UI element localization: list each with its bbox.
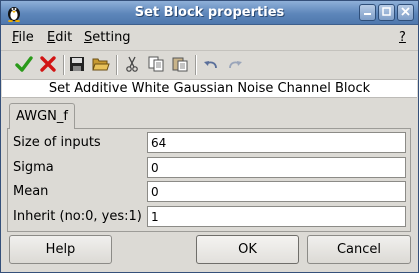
open-folder-icon (92, 56, 110, 75)
cross-icon (39, 55, 57, 76)
paste-tool-button[interactable] (170, 55, 190, 75)
tab-awgn-f[interactable]: AWGN_f (9, 103, 75, 129)
minimize-button[interactable] (359, 4, 376, 21)
menu-help[interactable]: ? (399, 30, 406, 45)
block-title: Set Additive White Gaussian Noise Channe… (2, 79, 417, 98)
toolbar (1, 50, 418, 78)
title-bar[interactable]: Set Block properties (1, 1, 418, 25)
toolbar-separator (116, 55, 118, 75)
maximize-icon (382, 6, 391, 19)
minimize-icon (363, 6, 372, 19)
help-button[interactable]: Help (9, 235, 112, 264)
mean-input[interactable] (147, 181, 406, 202)
paste-icon (172, 56, 188, 75)
redo-tool-button[interactable] (225, 55, 245, 75)
ok-tool-button[interactable] (14, 55, 34, 75)
undo-icon (203, 57, 219, 74)
size-of-inputs-label: Size of inputs (13, 135, 101, 150)
check-icon (15, 55, 33, 76)
menu-edit[interactable]: Edit (47, 30, 72, 45)
close-icon (401, 6, 410, 19)
cut-icon (124, 56, 140, 75)
cancel-tool-button[interactable] (38, 55, 58, 75)
menu-setting[interactable]: Setting (84, 30, 131, 45)
mean-label: Mean (13, 184, 49, 199)
window-title: Set Block properties (134, 5, 285, 20)
cancel-button[interactable]: Cancel (307, 235, 411, 264)
menu-bar: File Edit Setting ? (1, 25, 418, 50)
inherit-input[interactable] (147, 206, 406, 227)
save-tool-button[interactable] (67, 55, 87, 75)
sigma-label: Sigma (13, 160, 54, 175)
copy-tool-button[interactable] (146, 55, 166, 75)
close-window-button[interactable] (397, 4, 414, 21)
block-properties-window: Set Block properties File Edit Setting ? (0, 0, 419, 273)
toolbar-separator (63, 55, 65, 75)
undo-tool-button[interactable] (201, 55, 221, 75)
menu-file[interactable]: File (12, 30, 34, 45)
toolbar-separator (195, 55, 197, 75)
size-of-inputs-input[interactable] (147, 132, 406, 153)
open-tool-button[interactable] (91, 55, 111, 75)
cut-tool-button[interactable] (122, 55, 142, 75)
redo-icon (227, 57, 243, 74)
maximize-button[interactable] (378, 4, 395, 21)
inherit-label: Inherit (no:0, yes:1) (13, 209, 142, 224)
save-icon (69, 56, 85, 75)
sigma-input[interactable] (147, 157, 406, 178)
ok-button[interactable]: OK (196, 235, 299, 264)
copy-icon (148, 56, 164, 75)
